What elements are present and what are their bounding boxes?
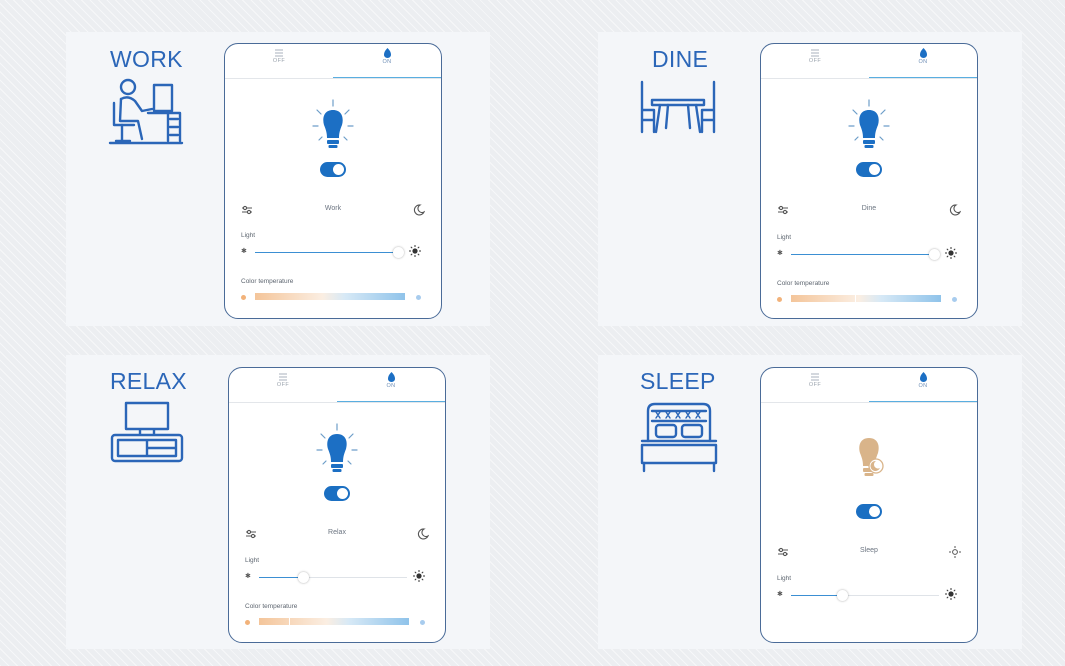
tv-console-icon — [110, 401, 184, 463]
desk-worker-icon — [108, 78, 184, 145]
tab-on[interactable]: ON — [337, 370, 445, 400]
light-control-panel: OFF ON Dine Light ✱ Color temperature — [760, 43, 978, 319]
tab-on[interactable]: ON — [333, 46, 441, 76]
brightness-low-icon: ✱ — [777, 591, 783, 598]
color-temperature-label: Color temperature — [777, 280, 830, 287]
moon-icon[interactable] — [949, 204, 961, 216]
brightness-high-icon — [945, 247, 957, 259]
light-control-panel: OFF ON Work Light ✱ Color temperature — [224, 43, 442, 319]
brightness-high-icon — [945, 588, 957, 600]
light-label: Light — [777, 575, 792, 582]
warm-dot — [241, 294, 246, 300]
brightness-low-icon: ✱ — [245, 573, 251, 580]
bulb-tab-icon — [383, 48, 391, 58]
brightness-icon[interactable] — [949, 546, 961, 558]
brightness-low-icon: ✱ — [241, 248, 247, 255]
brightness-high-icon — [413, 570, 425, 582]
moon-icon[interactable] — [413, 204, 425, 216]
light-label: Light — [777, 234, 792, 241]
bulb-tab-icon — [919, 48, 927, 58]
power-toggle[interactable] — [320, 162, 346, 177]
color-temperature-bar[interactable] — [241, 292, 423, 302]
scene-title: WORK — [110, 46, 183, 72]
tab-off-label: OFF — [272, 58, 286, 64]
brightness-low-icon: ✱ — [777, 250, 783, 257]
tab-on[interactable]: ON — [869, 46, 977, 76]
bulb-tab-icon — [919, 372, 927, 382]
bulb-icon — [848, 99, 890, 148]
tab-bar: OFF ON — [225, 44, 441, 79]
warm-dot — [245, 619, 250, 625]
tab-off[interactable]: OFF — [225, 46, 333, 76]
tab-bar: OFF ON — [761, 44, 977, 79]
power-toggle[interactable] — [856, 162, 882, 177]
light-control-panel: OFF ON Sleep Light ✱ — [760, 367, 978, 643]
color-temperature-label: Color temperature — [245, 603, 298, 610]
sliders-icon — [275, 49, 283, 57]
slider-thumb[interactable] — [929, 248, 941, 260]
brightness-high-icon — [409, 245, 421, 257]
tab-on-label: ON — [918, 383, 928, 389]
scene-work-section: WORK OFF ON Work Light ✱ Color temperatu… — [66, 32, 490, 326]
mode-row: Work — [225, 204, 441, 218]
tab-on[interactable]: ON — [869, 370, 977, 400]
cool-dot — [952, 296, 957, 302]
slider-thumb[interactable] — [837, 589, 849, 601]
sliders-icon — [811, 373, 819, 381]
dining-table-icon — [640, 80, 716, 134]
tab-on-label: ON — [382, 59, 392, 65]
scene-title: SLEEP — [640, 368, 716, 394]
color-temperature-label: Color temperature — [241, 278, 294, 285]
scene-sleep-section: SLEEP OFF ON Sleep Light ✱ — [598, 355, 1022, 649]
warm-dot — [777, 296, 782, 302]
light-label: Light — [245, 557, 260, 564]
power-toggle[interactable] — [856, 504, 882, 519]
mode-row: Sleep — [761, 546, 977, 560]
mode-name: Work — [324, 205, 342, 212]
tab-off[interactable]: OFF — [761, 46, 869, 76]
light-slider[interactable]: ✱ — [245, 570, 427, 583]
cool-dot — [420, 619, 425, 625]
light-control-panel: OFF ON Relax Light ✱ Color temperature — [228, 367, 446, 643]
mode-name: Sleep — [860, 547, 878, 554]
tab-off[interactable]: OFF — [761, 370, 869, 400]
light-label: Light — [241, 232, 256, 239]
bulb-warm-icon — [859, 438, 884, 476]
power-toggle[interactable] — [324, 486, 350, 501]
tab-off-label: OFF — [276, 382, 290, 388]
bulb-icon — [312, 99, 354, 148]
tab-off-label: OFF — [808, 382, 822, 388]
scene-dine-section: DINE OFF ON Dine Light ✱ Color temperatu… — [598, 32, 1022, 326]
bed-icon — [640, 402, 718, 473]
color-temperature-bar[interactable] — [777, 294, 959, 304]
light-slider[interactable]: ✱ — [777, 588, 959, 601]
tab-on-label: ON — [918, 59, 928, 65]
mode-row: Relax — [229, 528, 445, 542]
slider-thumb[interactable] — [297, 571, 309, 583]
light-slider[interactable]: ✱ — [777, 247, 959, 260]
tab-off[interactable]: OFF — [229, 370, 337, 400]
mode-row: Dine — [761, 204, 977, 218]
color-temperature-bar[interactable] — [245, 617, 427, 627]
scene-title: RELAX — [110, 368, 187, 394]
moon-icon[interactable] — [417, 528, 429, 540]
bulb-tab-icon — [387, 372, 395, 382]
cool-dot — [416, 294, 421, 300]
slider-thumb[interactable] — [393, 246, 405, 258]
light-slider[interactable]: ✱ — [241, 245, 423, 258]
scene-title: DINE — [652, 46, 709, 72]
mode-name: Dine — [861, 205, 877, 212]
tab-on-label: ON — [386, 383, 396, 389]
sliders-icon — [279, 373, 287, 381]
tab-off-label: OFF — [808, 58, 822, 64]
sliders-icon — [811, 49, 819, 57]
tab-bar: OFF ON — [229, 368, 445, 403]
scene-relax-section: RELAX OFF ON Relax Light ✱ Color tempera… — [66, 355, 490, 649]
bulb-icon — [316, 423, 358, 472]
tab-bar: OFF ON — [761, 368, 977, 403]
mode-name: Relax — [328, 529, 346, 536]
